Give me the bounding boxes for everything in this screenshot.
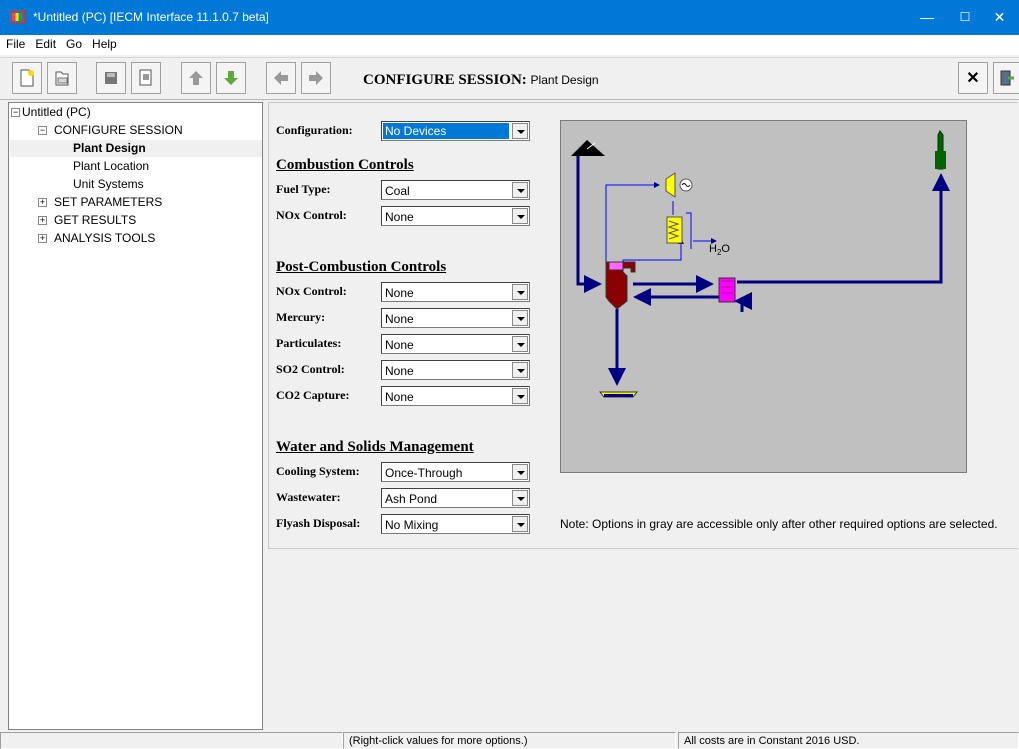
wastewater-label: Wastewater: <box>276 490 341 504</box>
configuration-label: Configuration: <box>276 123 353 137</box>
nox-post-value: None <box>385 286 414 300</box>
up-arrow-icon[interactable] <box>181 62 211 94</box>
menu-file[interactable]: File <box>0 35 30 51</box>
down-arrow-icon[interactable] <box>216 62 246 94</box>
flyash-label: Flyash Disposal: <box>276 516 361 530</box>
plant-diagram: H2O <box>560 120 967 473</box>
open-icon[interactable] <box>47 62 77 94</box>
app-icon <box>9 10 25 24</box>
tree-plant-design-label: Plant Design <box>73 141 146 155</box>
forward-arrow-icon[interactable] <box>301 62 331 94</box>
nox-post-select[interactable]: None <box>381 282 530 302</box>
page-title: CONFIGURE SESSION: Plant Design <box>363 72 599 89</box>
particulates-select[interactable]: None <box>381 334 530 354</box>
back-arrow-icon[interactable] <box>266 62 296 94</box>
cooling-value: Once-Through <box>385 466 463 480</box>
status-empty <box>0 732 343 749</box>
chevron-down-icon[interactable] <box>512 464 528 480</box>
tree-get-results[interactable]: GET RESULTS <box>54 213 136 227</box>
particulates-label: Particulates: <box>276 336 342 350</box>
chevron-down-icon[interactable] <box>512 362 528 378</box>
mercury-label: Mercury: <box>276 310 326 324</box>
wastewater-select[interactable]: Ash Pond <box>381 488 530 508</box>
fuel-type-label: Fuel Type: <box>276 182 331 196</box>
so2-value: None <box>385 364 414 378</box>
nox-combustion-select[interactable]: None <box>381 206 530 226</box>
chevron-down-icon[interactable] <box>512 284 528 300</box>
tree-unit-systems[interactable]: Unit Systems <box>73 177 144 191</box>
chevron-down-icon[interactable] <box>512 516 528 532</box>
status-hint: (Right-click values for more options.) <box>343 732 676 749</box>
so2-label: SO2 Control: <box>276 362 345 376</box>
post-combustion-heading: Post-Combustion Controls <box>276 259 447 275</box>
menu-bar: File Edit Go Help <box>0 35 1019 55</box>
status-bar: (Right-click values for more options.) A… <box>0 731 1019 749</box>
chevron-down-icon[interactable] <box>512 182 528 198</box>
title-bar: *Untitled (PC) [IECM Interface 11.1.0.7 … <box>0 0 1019 35</box>
session-title-main: CONFIGURE SESSION: <box>363 72 527 88</box>
expand-icon[interactable]: + <box>38 198 47 207</box>
expand-icon[interactable]: + <box>38 234 47 243</box>
fuel-type-value: Coal <box>385 184 410 198</box>
particulates-value: None <box>385 338 414 352</box>
close-window-button[interactable]: ✕ <box>980 0 1019 35</box>
report-icon[interactable] <box>131 62 161 94</box>
mercury-value: None <box>385 312 414 326</box>
exit-icon[interactable] <box>993 62 1019 94</box>
chevron-down-icon[interactable] <box>512 208 528 224</box>
tree-plant-design[interactable]: Plant Design <box>10 140 262 157</box>
nox-combustion-value: None <box>385 210 414 224</box>
menu-edit[interactable]: Edit <box>30 35 61 51</box>
co2-value: None <box>385 390 414 404</box>
mercury-select[interactable]: None <box>381 308 530 328</box>
turbine-icon <box>665 172 676 198</box>
close-session-button[interactable]: ✕ <box>958 62 988 94</box>
chevron-down-icon[interactable] <box>512 490 528 506</box>
tree-configure-session[interactable]: CONFIGURE SESSION <box>54 123 183 137</box>
new-icon[interactable] <box>12 62 42 94</box>
chevron-down-icon[interactable] <box>512 336 528 352</box>
wastewater-value: Ash Pond <box>385 492 438 506</box>
chevron-down-icon[interactable] <box>512 123 528 139</box>
flyash-value: No Mixing <box>385 518 439 532</box>
so2-select[interactable]: None <box>381 360 530 380</box>
air-heater-icon <box>718 277 736 303</box>
menu-help[interactable]: Help <box>87 35 122 51</box>
status-costs: All costs are in Constant 2016 USD. <box>678 732 1019 749</box>
water-label: H2O <box>709 243 730 257</box>
configuration-select[interactable]: No Devices <box>381 121 530 141</box>
window-title: *Untitled (PC) [IECM Interface 11.1.0.7 … <box>33 10 269 24</box>
cooling-label: Cooling System: <box>276 464 360 478</box>
tree-analysis-tools[interactable]: ANALYSIS TOOLS <box>54 231 155 245</box>
combustion-controls-heading: Combustion Controls <box>276 157 414 173</box>
collapse-icon[interactable]: − <box>11 108 20 117</box>
save-icon[interactable] <box>96 62 126 94</box>
co2-label: CO2 Capture: <box>276 388 350 402</box>
nox-post-label: NOx Control: <box>276 284 347 298</box>
tree-set-parameters[interactable]: SET PARAMETERS <box>54 195 162 209</box>
collapse-icon[interactable]: − <box>38 126 47 135</box>
flyash-select[interactable]: No Mixing <box>381 514 530 534</box>
fuel-type-select[interactable]: Coal <box>381 180 530 200</box>
session-title-sub: Plant Design <box>530 73 599 87</box>
co2-select[interactable]: None <box>381 386 530 406</box>
water-solids-heading: Water and Solids Management <box>276 439 474 455</box>
configuration-value: No Devices <box>383 123 509 139</box>
options-note: Note: Options in gray are accessible onl… <box>560 517 998 531</box>
tree-root[interactable]: Untitled (PC) <box>22 105 91 119</box>
toolbar: CONFIGURE SESSION: Plant Design ✕ <box>0 57 1019 100</box>
chevron-down-icon[interactable] <box>512 388 528 404</box>
navigation-tree: − Untitled (PC) − CONFIGURE SESSION Plan… <box>8 102 263 730</box>
tree-plant-location[interactable]: Plant Location <box>73 159 149 173</box>
menu-go[interactable]: Go <box>61 35 87 51</box>
cooling-select[interactable]: Once-Through <box>381 462 530 482</box>
expand-icon[interactable]: + <box>38 216 47 225</box>
chevron-down-icon[interactable] <box>512 310 528 326</box>
nox-combustion-label: NOx Control: <box>276 208 347 222</box>
